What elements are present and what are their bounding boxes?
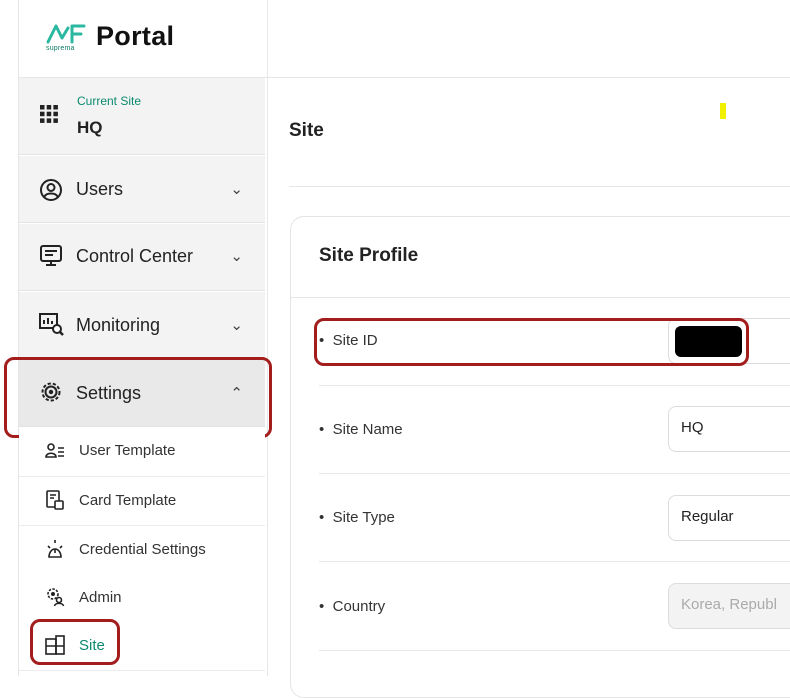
settings-item-label: User Template (79, 442, 176, 459)
card-title: Site Profile (319, 245, 419, 266)
row-divider (319, 385, 790, 386)
nav-monitoring[interactable]: Monitoring ⌄ (19, 292, 265, 359)
monitoring-search-icon (39, 313, 64, 336)
user-list-icon (45, 443, 64, 458)
settings-item-label: Credential Settings (79, 541, 206, 558)
current-site-label: Current Site (77, 94, 142, 108)
user-circle-icon (40, 179, 62, 201)
site-name-input[interactable]: HQ (668, 406, 790, 452)
chevron-down-icon: ⌄ (230, 317, 243, 334)
site-name-label: • Site Name (319, 421, 403, 438)
admin-gear-icon (47, 588, 65, 607)
settings-item-admin[interactable]: Admin (19, 574, 265, 623)
country-field: Korea, Republ (668, 583, 790, 629)
country-label-text: Country (332, 598, 386, 615)
page-title: Site (289, 120, 324, 141)
current-site-value: HQ (77, 118, 103, 137)
nav-monitoring-label: Monitoring (76, 315, 161, 335)
settings-highlight (4, 357, 272, 438)
site-item-highlight (30, 619, 120, 665)
title-divider (289, 186, 790, 187)
credential-icon (47, 540, 63, 558)
grid-icon (40, 105, 58, 123)
nav-users-label: Users (76, 179, 124, 199)
card-template-icon (46, 490, 64, 510)
site-name-label-text: Site Name (332, 421, 403, 438)
nav-control-center-label: Control Center (76, 246, 194, 266)
row-divider (319, 473, 790, 474)
bullet: • (319, 598, 325, 615)
yellow-marker (720, 103, 726, 119)
monitor-control-icon (40, 245, 62, 266)
settings-item-credential-settings[interactable]: Credential Settings (19, 526, 265, 575)
settings-item-label: Card Template (79, 492, 177, 509)
current-site-selector[interactable] (19, 78, 265, 155)
bullet: • (319, 509, 325, 526)
settings-item-label: Admin (79, 589, 122, 606)
bullet: • (319, 421, 325, 438)
settings-item-user-template[interactable]: User Template (19, 428, 265, 477)
site-type-select[interactable]: Regular (668, 495, 790, 541)
site-id-highlight (314, 318, 749, 366)
settings-item-card-template[interactable]: Card Template (19, 477, 265, 526)
nav-users[interactable]: Users ⌄ (19, 156, 265, 223)
row-divider (319, 561, 790, 562)
chevron-down-icon: ⌄ (230, 248, 243, 265)
nav-control-center[interactable]: Control Center ⌄ (19, 224, 265, 291)
site-type-label: • Site Type (319, 509, 395, 526)
card-divider (291, 297, 790, 298)
site-type-label-text: Site Type (332, 509, 395, 526)
chevron-down-icon: ⌄ (230, 181, 243, 198)
country-label: • Country (319, 598, 385, 615)
row-divider (319, 650, 790, 651)
